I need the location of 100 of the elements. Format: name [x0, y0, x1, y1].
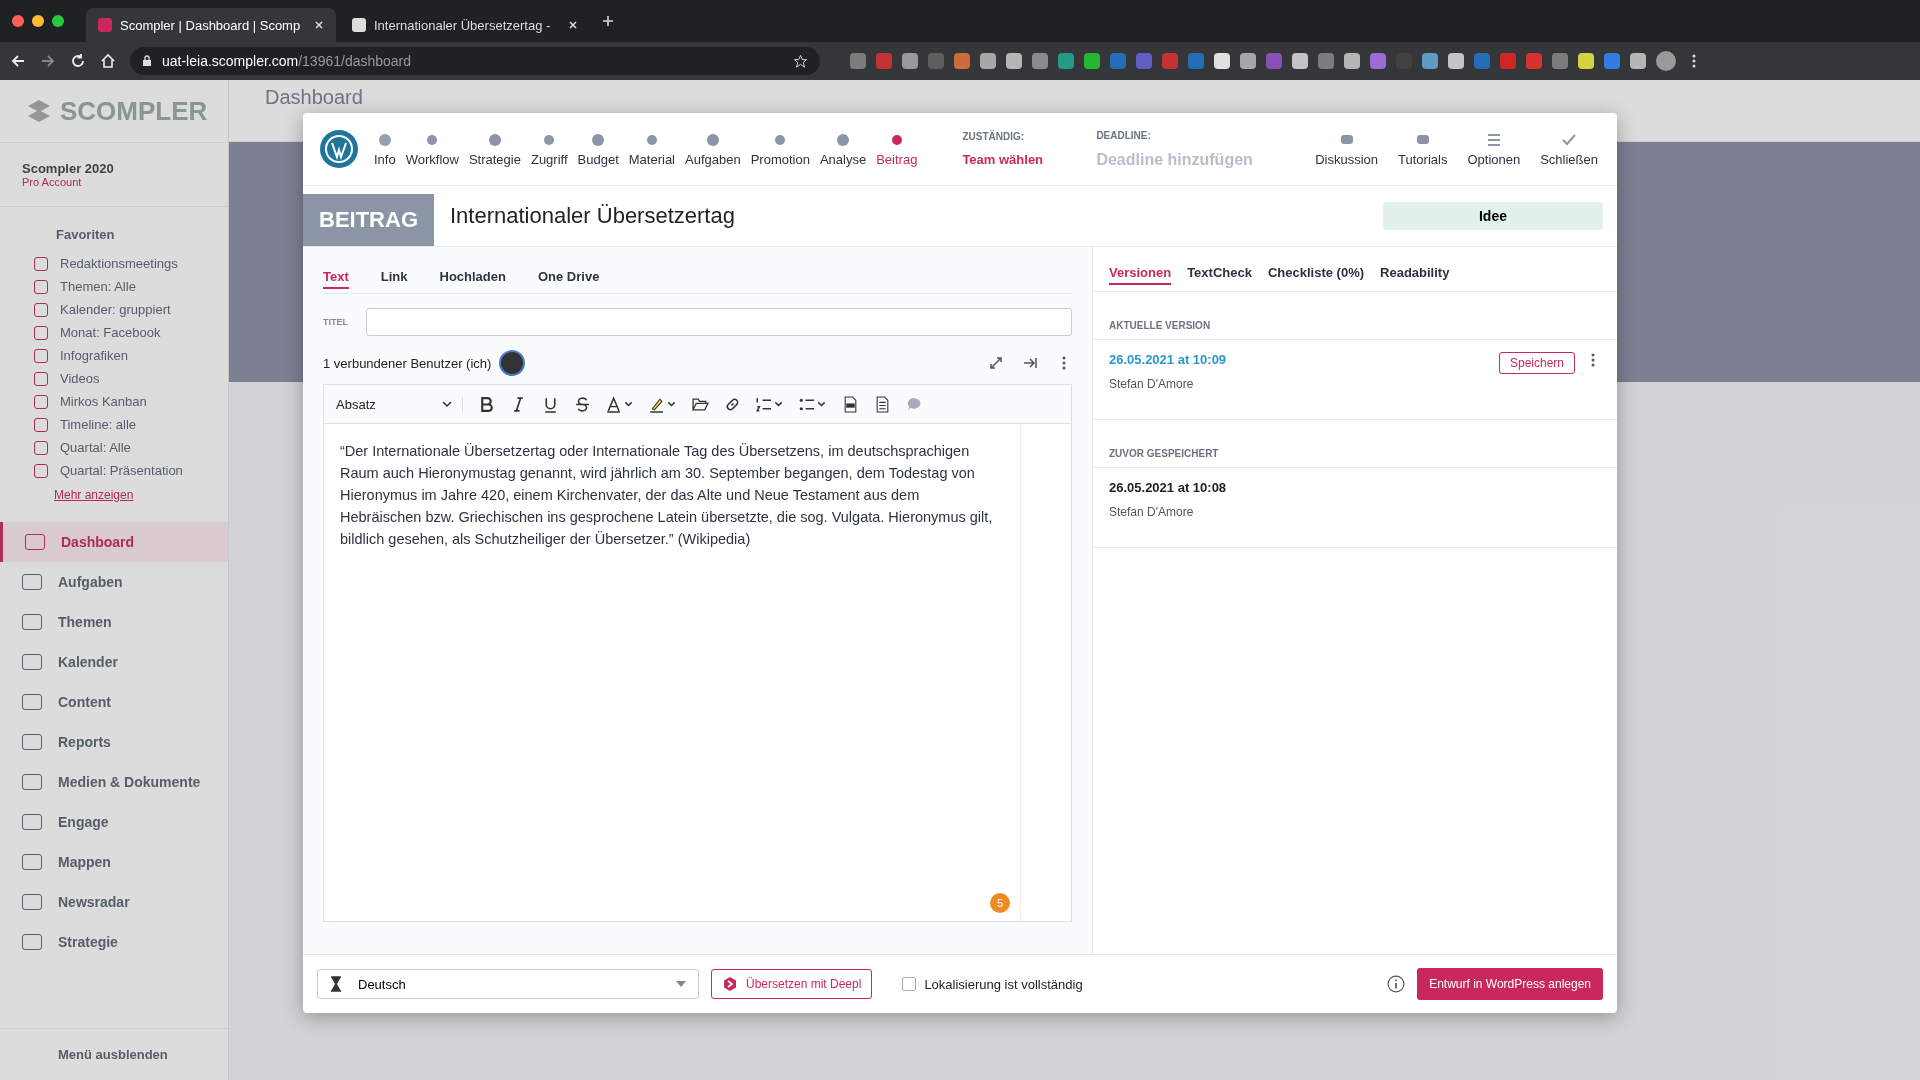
nav-tab[interactable]: Workflow	[402, 131, 462, 167]
editor-tab[interactable]: Link	[380, 269, 408, 289]
extension-icon[interactable]	[1266, 53, 1282, 69]
side-tab[interactable]: Checkliste (0%)	[1267, 265, 1365, 285]
favorite-item[interactable]: Mirkos Kanban	[60, 394, 147, 409]
status-button[interactable]: Idee	[1383, 202, 1603, 230]
link-icon[interactable]	[724, 395, 741, 413]
favorite-item[interactable]: Monat: Facebook	[60, 325, 161, 340]
nav-tab[interactable]: Aufgaben	[682, 131, 744, 167]
info-icon[interactable]	[1387, 975, 1406, 993]
favorite-item[interactable]: Infografiken	[60, 348, 128, 363]
sidebar-item[interactable]: Reports	[0, 722, 228, 762]
favorite-item[interactable]: Themen: Alle	[60, 279, 136, 294]
maximize-window-icon[interactable]	[52, 15, 64, 27]
toolbar-button[interactable]: Optionen	[1464, 131, 1524, 167]
reload-icon[interactable]	[70, 53, 86, 69]
address-field[interactable]: uat-leia.scompler.com/13961/dashboard	[130, 47, 820, 75]
sidebar-item[interactable]: Mappen	[0, 842, 228, 882]
extension-icon[interactable]	[1006, 53, 1022, 69]
new-tab-icon[interactable]	[602, 15, 614, 27]
back-icon[interactable]	[10, 53, 26, 69]
extension-icon[interactable]	[850, 53, 866, 69]
nav-tab[interactable]: Zugriff	[527, 131, 571, 167]
extension-icon[interactable]	[1214, 53, 1230, 69]
nav-tab[interactable]: Beitrag	[873, 131, 921, 167]
close-icon[interactable]	[314, 20, 324, 30]
checkbox-label[interactable]: Lokalisierung ist vollständig	[924, 976, 1083, 992]
side-tab[interactable]: Versionen	[1109, 265, 1172, 285]
extension-icon[interactable]	[876, 53, 892, 69]
strikethrough-icon[interactable]	[574, 395, 591, 413]
favorite-item[interactable]: Quartal: Alle	[60, 440, 131, 455]
extension-icon[interactable]	[1188, 53, 1204, 69]
extension-icon[interactable]	[1344, 53, 1360, 69]
home-icon[interactable]	[100, 53, 116, 69]
favorite-item[interactable]: Videos	[60, 371, 100, 386]
extension-icon[interactable]	[1552, 53, 1568, 69]
extension-icon[interactable]	[1162, 53, 1178, 69]
sidebar-item[interactable]: Newsradar	[0, 882, 228, 922]
more-link[interactable]: Mehr anzeigen	[0, 482, 228, 522]
extension-icon[interactable]	[1630, 53, 1646, 69]
close-window-icon[interactable]	[12, 15, 24, 27]
hide-menu-link[interactable]: Menü ausblenden	[58, 1047, 168, 1062]
extension-icon[interactable]	[1032, 53, 1048, 69]
extension-icon[interactable]	[1526, 53, 1542, 69]
favorite-item[interactable]: Kalender: gruppiert	[60, 302, 171, 317]
profile-avatar-icon[interactable]	[1656, 51, 1676, 71]
text-color-icon[interactable]	[606, 395, 634, 413]
toolbar-button[interactable]: Diskussion	[1312, 131, 1382, 167]
extension-icon[interactable]	[1240, 53, 1256, 69]
version-date[interactable]: 26.05.2021 at 10:08	[1109, 480, 1601, 495]
extension-icon[interactable]	[1604, 53, 1620, 69]
sidebar-item[interactable]: Aufgaben	[0, 562, 228, 602]
extension-icon[interactable]	[954, 53, 970, 69]
language-dropdown[interactable]: Deutsch	[317, 969, 699, 999]
nav-tab[interactable]: Promotion	[747, 131, 813, 167]
extension-icon[interactable]	[1448, 53, 1464, 69]
nav-tab[interactable]: Material	[625, 131, 678, 167]
workspace-name[interactable]: Scompler 2020	[22, 161, 206, 176]
comment-icon[interactable]	[906, 395, 923, 413]
favorites-heading[interactable]: Favoriten	[56, 227, 115, 242]
nav-tab[interactable]: Budget	[574, 131, 622, 167]
body-text[interactable]: “Der Internationale Übersetzertag oder Internationale Tag des Übersetzens, im deutschsprachigen Raum auch Hieronymustag genannt, wird jährlich am 30. September begangen, dem Todestag von Hieronymus im Jahre 420, einem Kirchenvater, der das Alte und Neue Testament aus dem Hebräischen bzw. Griechischen ins gesprochene Latein übersetzte, die sog. Vulgata. Hieronymus gilt, bildlich gesehen, als Schutzheiliger der Übersetzer.” (Wikipedia)	[324, 424, 1020, 550]
translate-button[interactable]: Übersetzen mit Deepl	[711, 969, 873, 999]
sidebar-item[interactable]: Strategie	[0, 922, 228, 962]
sidebar-item[interactable]: Engage	[0, 802, 228, 842]
extension-icon[interactable]	[1474, 53, 1490, 69]
extension-icon[interactable]	[1110, 53, 1126, 69]
favorite-item[interactable]: Redaktionsmeetings	[60, 256, 178, 271]
extension-icon[interactable]	[1058, 53, 1074, 69]
editor-tab[interactable]: Text	[323, 269, 349, 289]
sidebar-item[interactable]: Medien & Dokumente	[0, 762, 228, 802]
bold-icon[interactable]	[478, 395, 495, 413]
browser-tab[interactable]: Internationaler Übersetzertag -	[340, 8, 590, 42]
bookmark-star-icon[interactable]	[793, 53, 808, 69]
extension-icon[interactable]	[1422, 53, 1438, 69]
document-icon[interactable]	[874, 395, 891, 413]
sidebar-item[interactable]: Content	[0, 682, 228, 722]
minimize-window-icon[interactable]	[32, 15, 44, 27]
toolbar-button[interactable]: Tutorials	[1395, 131, 1451, 167]
numbered-list-icon[interactable]	[756, 395, 784, 413]
browser-tab[interactable]: Scompler | Dashboard | Scomp	[86, 8, 336, 42]
checkbox[interactable]	[902, 977, 917, 991]
team-select-link[interactable]: Team wählen	[962, 152, 1073, 167]
extension-icon[interactable]	[1578, 53, 1594, 69]
side-tab[interactable]: TextCheck	[1187, 265, 1252, 285]
close-icon[interactable]	[568, 20, 578, 30]
extension-icon[interactable]	[1318, 53, 1334, 69]
extension-icon[interactable]	[1084, 53, 1100, 69]
sidebar-item[interactable]: Themen	[0, 602, 228, 642]
extension-icon[interactable]	[1500, 53, 1516, 69]
sidebar-item[interactable]: Dashboard	[0, 522, 228, 562]
nav-tab[interactable]: Analyse	[816, 131, 870, 167]
extension-icon[interactable]	[902, 53, 918, 69]
title-field[interactable]	[366, 308, 1072, 336]
forward-icon[interactable]	[40, 53, 56, 69]
version-date[interactable]: 26.05.2021 at 10:09	[1109, 352, 1499, 367]
format-dropdown[interactable]: Absatz	[336, 396, 463, 412]
save-button[interactable]: Speichern	[1498, 352, 1575, 374]
extension-icon[interactable]	[980, 53, 996, 69]
underline-icon[interactable]	[542, 395, 559, 413]
